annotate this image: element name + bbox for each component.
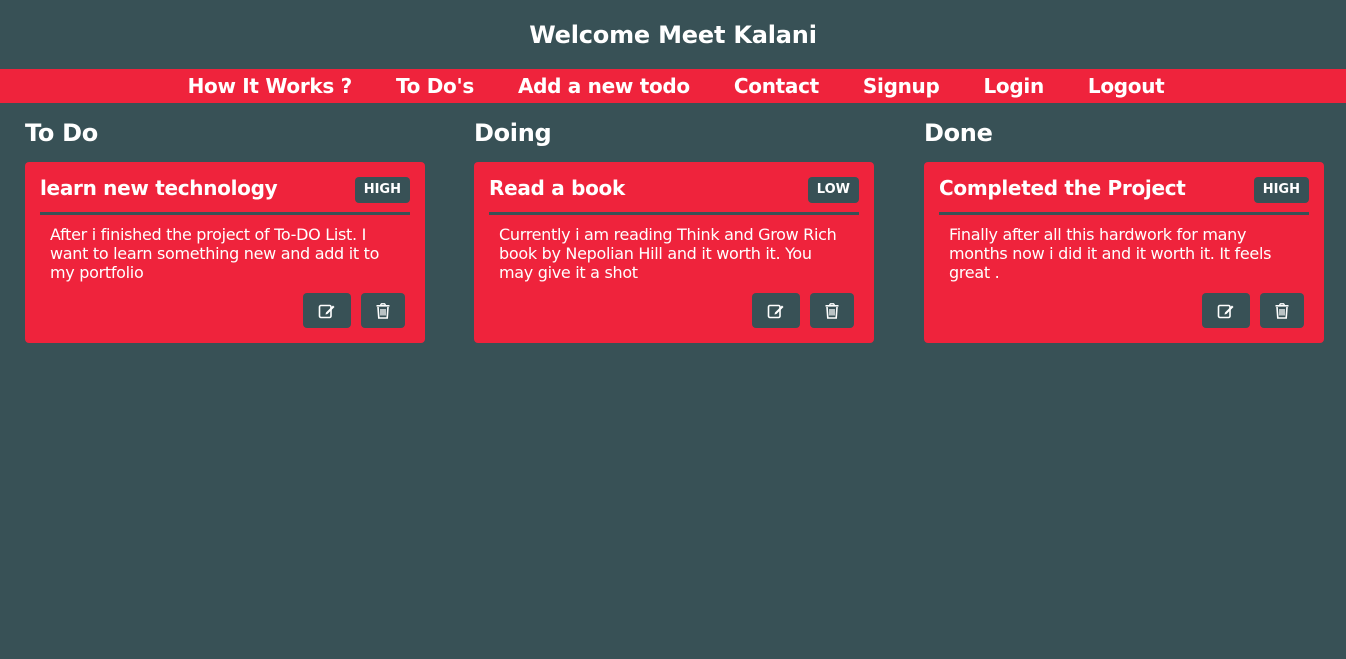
priority-badge: LOW bbox=[807, 177, 859, 203]
todo-card: Completed the Project HIGH Finally after… bbox=[924, 162, 1324, 343]
edit-button[interactable] bbox=[303, 293, 351, 328]
priority-badge: HIGH bbox=[1253, 177, 1309, 203]
card-title: Read a book bbox=[489, 176, 625, 200]
card-divider bbox=[40, 212, 410, 215]
delete-button[interactable] bbox=[810, 293, 854, 328]
trash-icon bbox=[1275, 302, 1289, 319]
nav-add-todo[interactable]: Add a new todo bbox=[518, 74, 690, 98]
trash-icon bbox=[825, 302, 839, 319]
page-header: Welcome Meet Kalani bbox=[0, 0, 1346, 69]
nav-signup[interactable]: Signup bbox=[863, 74, 940, 98]
trash-icon bbox=[376, 302, 390, 319]
card-description: Currently i am reading Think and Grow Ri… bbox=[499, 225, 837, 282]
welcome-title: Welcome Meet Kalani bbox=[529, 20, 817, 49]
column-title: Done bbox=[924, 119, 993, 147]
nav-todos[interactable]: To Do's bbox=[396, 74, 474, 98]
edit-button[interactable] bbox=[752, 293, 800, 328]
card-title: Completed the Project bbox=[939, 176, 1186, 200]
nav-logout[interactable]: Logout bbox=[1088, 74, 1165, 98]
priority-badge: HIGH bbox=[354, 177, 410, 203]
card-divider bbox=[489, 212, 859, 215]
todo-card: learn new technology HIGH After i finish… bbox=[25, 162, 425, 343]
edit-button[interactable] bbox=[1202, 293, 1250, 328]
nav-how-it-works[interactable]: How It Works ? bbox=[188, 74, 353, 98]
card-divider bbox=[939, 212, 1309, 215]
edit-icon bbox=[767, 304, 784, 318]
kanban-board: To Do learn new technology HIGH After i … bbox=[0, 103, 1346, 659]
main-navbar: How It Works ? To Do's Add a new todo Co… bbox=[0, 69, 1346, 103]
todo-card: Read a book LOW Currently i am reading T… bbox=[474, 162, 874, 343]
card-title: learn new technology bbox=[40, 176, 278, 200]
edit-icon bbox=[1217, 304, 1234, 318]
delete-button[interactable] bbox=[1260, 293, 1304, 328]
nav-contact[interactable]: Contact bbox=[734, 74, 819, 98]
column-title: Doing bbox=[474, 119, 552, 147]
edit-icon bbox=[318, 304, 335, 318]
card-description: Finally after all this hardwork for many… bbox=[949, 225, 1272, 282]
delete-button[interactable] bbox=[361, 293, 405, 328]
nav-login[interactable]: Login bbox=[983, 74, 1044, 98]
column-title: To Do bbox=[25, 119, 98, 147]
card-description: After i finished the project of To-DO Li… bbox=[50, 225, 380, 282]
